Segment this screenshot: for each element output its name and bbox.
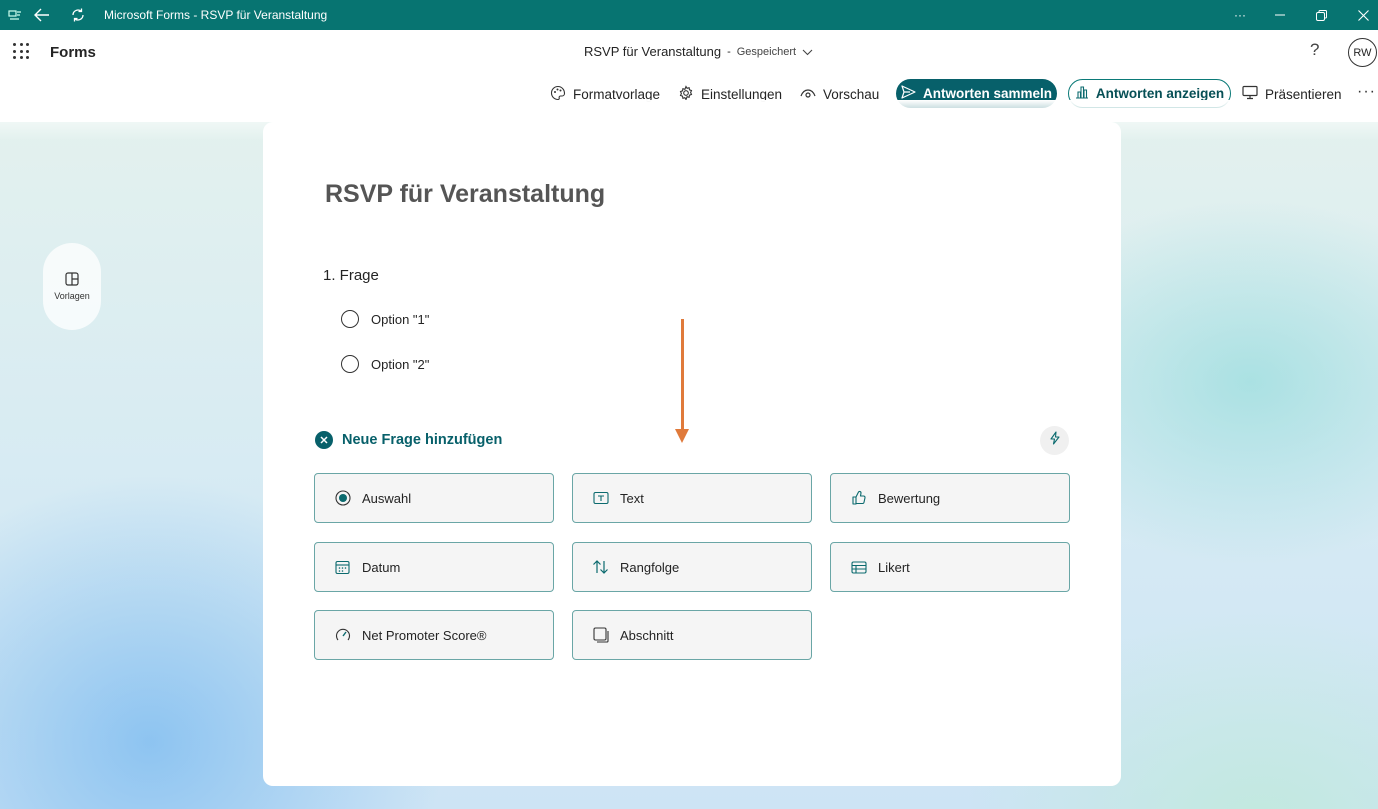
calendar-icon	[334, 559, 351, 576]
question-type-label: Abschnitt	[620, 627, 674, 643]
app-launcher-icon[interactable]	[13, 43, 29, 59]
restore-button[interactable]	[1311, 5, 1331, 25]
section-icon	[592, 627, 609, 644]
radio-choice-icon	[334, 490, 351, 507]
templates-button[interactable]: Vorlagen	[43, 243, 101, 330]
more-icon: ···	[1234, 8, 1246, 22]
gauge-icon	[334, 627, 351, 644]
question-type-nps[interactable]: Net Promoter Score®	[314, 610, 554, 660]
question-type-label: Rangfolge	[620, 559, 680, 575]
question-type-choice[interactable]: Auswahl	[314, 473, 554, 523]
title-separator: -	[727, 45, 731, 58]
question-type-label: Net Promoter Score®	[362, 627, 487, 643]
chevron-down-icon	[802, 44, 813, 59]
question-type-label: Datum	[362, 559, 401, 575]
radio-circle-icon[interactable]	[341, 355, 359, 373]
question-type-label: Bewertung	[878, 490, 941, 506]
close-circle-icon	[315, 431, 333, 449]
ranking-arrows-icon	[592, 559, 609, 576]
add-question-label: Neue Frage hinzufügen	[342, 432, 503, 448]
annotation-arrow-shaft	[681, 319, 684, 431]
window-title-bar: Microsoft Forms - RSVP für Veranstaltung…	[0, 0, 1378, 30]
add-question-toggle[interactable]: Neue Frage hinzufügen	[315, 431, 502, 449]
saved-status: Gespeichert	[736, 45, 797, 58]
question-type-date[interactable]: Datum	[314, 542, 554, 592]
question-type-rating[interactable]: Bewertung	[830, 473, 1070, 523]
choice-option-label: Option "1"	[371, 311, 430, 327]
help-button[interactable]: ?	[1310, 40, 1319, 60]
refresh-icon[interactable]	[68, 5, 88, 25]
question-type-text[interactable]: Text	[572, 473, 812, 523]
more-options-button[interactable]: ···	[1357, 83, 1376, 101]
question-type-section[interactable]: Abschnitt	[572, 610, 812, 660]
app-brand[interactable]: Forms	[50, 44, 96, 61]
annotation-arrow-head	[675, 429, 689, 443]
document-title[interactable]: RSVP für Veranstaltung - Gespeichert	[584, 44, 813, 59]
text-box-icon	[592, 490, 609, 507]
form-title[interactable]: RSVP für Veranstaltung	[325, 180, 605, 209]
likert-grid-icon	[850, 559, 867, 576]
thumbs-up-icon	[850, 490, 867, 507]
question-title[interactable]: 1. Frage	[323, 267, 379, 284]
lightning-icon	[1049, 431, 1061, 450]
quick-import-button[interactable]	[1040, 426, 1069, 455]
radio-circle-icon[interactable]	[341, 310, 359, 328]
question-type-likert[interactable]: Likert	[830, 542, 1070, 592]
back-arrow-icon[interactable]	[32, 5, 52, 25]
form-editor-card: RSVP für Veranstaltung 1. Frage Option "…	[263, 122, 1121, 786]
view-responses-label: Antworten anzeigen	[1095, 86, 1225, 101]
window-more-button[interactable]: ···	[1230, 5, 1250, 25]
question-type-label: Likert	[878, 559, 910, 575]
collect-responses-label: Antworten sammeln	[922, 86, 1053, 101]
question-type-label: Auswahl	[362, 490, 412, 506]
question-type-label: Text	[620, 490, 644, 506]
layout-icon	[65, 272, 79, 288]
choice-option[interactable]: Option "2"	[341, 355, 429, 373]
close-window-button[interactable]	[1353, 5, 1373, 25]
question-type-ranking[interactable]: Rangfolge	[572, 542, 812, 592]
choice-option[interactable]: Option "1"	[341, 310, 429, 328]
minimize-button[interactable]	[1270, 5, 1290, 25]
window-title: Microsoft Forms - RSVP für Veranstaltung	[104, 8, 328, 22]
app-icon	[5, 5, 25, 25]
choice-option-label: Option "2"	[371, 356, 430, 372]
templates-label: Vorlagen	[54, 291, 90, 301]
document-title-text: RSVP für Veranstaltung	[584, 44, 722, 59]
avatar[interactable]: RW	[1348, 38, 1377, 67]
